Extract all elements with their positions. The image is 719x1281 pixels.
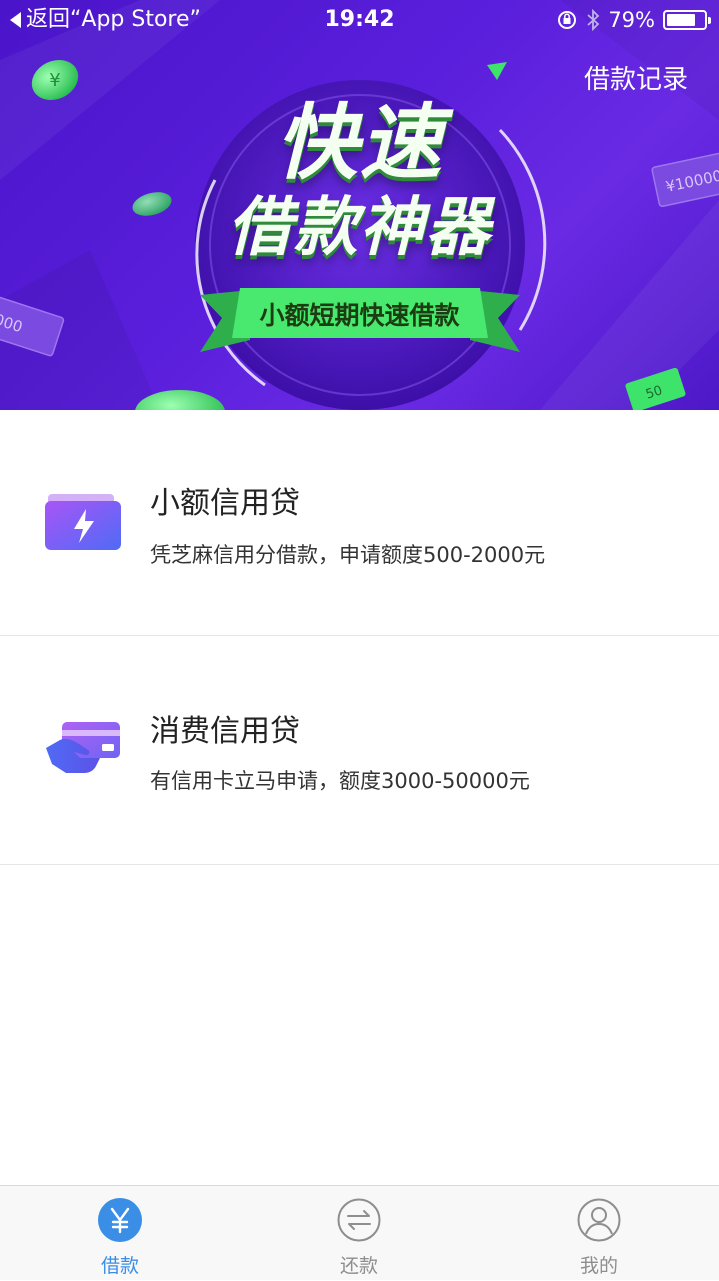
wallet-bolt-icon <box>45 494 121 550</box>
bluetooth-icon <box>587 9 600 31</box>
loan-title: 小额信用贷 <box>150 486 300 521</box>
battery-percent: 79% <box>608 8 655 32</box>
promo-banner[interactable]: ¥ ¥10000 10000 50 返回“App Store” 19:42 79… <box>0 0 719 410</box>
banner-ribbon-text: 小额短期快速借款 <box>259 301 460 330</box>
svg-text:¥: ¥ <box>49 70 60 91</box>
banner-title-line1: 快速 <box>275 96 444 191</box>
tab-repay[interactable]: 还款 <box>299 1186 419 1281</box>
loan-title: 消费信用贷 <box>150 714 300 749</box>
card-hand-icon <box>46 722 120 773</box>
yen-icon <box>98 1198 142 1242</box>
banner-title-line2: 借款神器 <box>227 191 492 265</box>
status-indicators: 79% <box>556 6 711 34</box>
tab-label: 借款 <box>100 1255 139 1277</box>
battery-level <box>667 14 696 26</box>
tab-loan[interactable]: 借款 <box>60 1186 180 1281</box>
user-icon <box>577 1198 621 1242</box>
loan-item-consumer-credit[interactable]: 消费信用贷 有信用卡立马申请，额度3000-50000元 <box>0 636 719 865</box>
sparkle-icon <box>487 62 507 80</box>
status-bar: 返回“App Store” 19:42 79% <box>0 0 719 40</box>
tab-label: 我的 <box>579 1255 618 1277</box>
loan-records-link[interactable]: 借款记录 <box>584 62 688 98</box>
tab-bar: 借款 还款 我的 <box>0 1185 719 1280</box>
loan-description: 有信用卡立马申请，额度3000-50000元 <box>150 769 530 793</box>
loan-item-small-credit[interactable]: 小额信用贷 凭芝麻信用分借款，申请额度500-2000元 <box>0 410 719 636</box>
loan-description: 凭芝麻信用分借款，申请额度500-2000元 <box>150 543 546 567</box>
exchange-icon <box>337 1198 381 1242</box>
tab-mine[interactable]: 我的 <box>539 1186 659 1281</box>
loan-product-list: 小额信用贷 凭芝麻信用分借款，申请额度500-2000元 消费信用贷 有信用卡立… <box>0 410 719 865</box>
rotation-lock-icon <box>558 11 577 29</box>
tab-label: 还款 <box>339 1255 378 1277</box>
battery-icon <box>663 10 711 30</box>
